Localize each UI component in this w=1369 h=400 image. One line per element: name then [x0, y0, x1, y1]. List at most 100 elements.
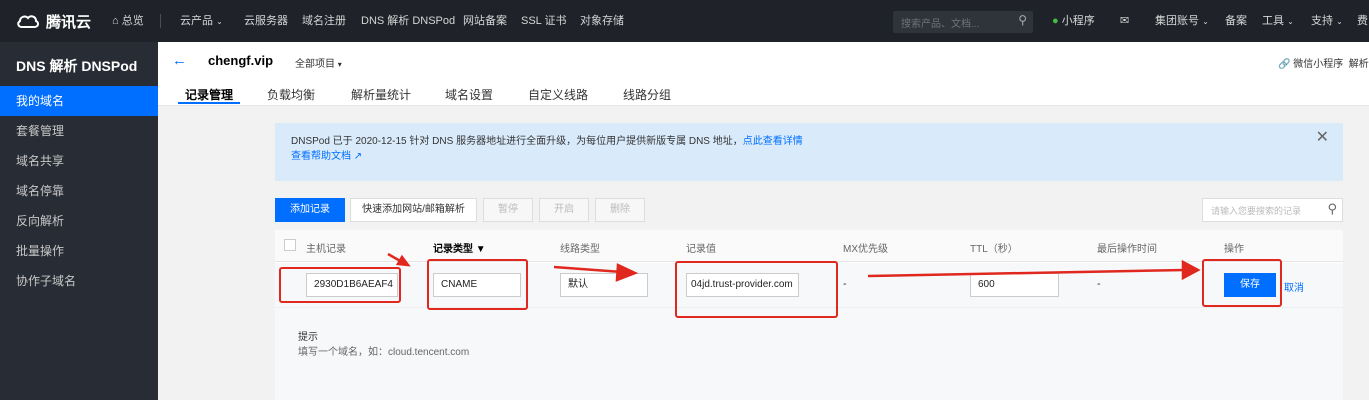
upgrade-notice: DNSPod 已于 2020-12-15 针对 DNS 服务器地址进行全面升级，… [275, 123, 1343, 181]
tab-stats[interactable]: 解析量统计 [351, 86, 411, 103]
annotation-box-host [279, 267, 401, 303]
group-account-label: 集团账号 [1155, 15, 1199, 27]
chevron-down-icon: ⌄ [1336, 17, 1343, 26]
support-menu[interactable]: 支持 ⌄ [1311, 0, 1343, 42]
tab-domain-settings[interactable]: 域名设置 [445, 86, 493, 103]
sidebar-item-batch[interactable]: 批量操作 [0, 236, 158, 266]
nav-dnspod[interactable]: DNS 解析 DNSPod [361, 0, 455, 42]
tab-line-groups[interactable]: 线路分组 [623, 86, 671, 103]
cancel-link[interactable]: 取消 [1284, 279, 1304, 294]
record-search-input[interactable]: 请输入您要搜索的记录 ⚲ [1202, 198, 1343, 222]
support-label: 支持 [1311, 15, 1333, 27]
annotation-box-value [675, 261, 838, 318]
sidebar-item-my-domains[interactable]: 我的域名 [0, 86, 158, 116]
tools-menu[interactable]: 工具 ⌄ [1262, 0, 1294, 42]
project-select[interactable]: 全部项目 ▾ [295, 55, 342, 70]
col-mx: MX优先级 [843, 244, 888, 255]
mx-value: - [843, 278, 847, 290]
sidebar: DNS 解析 DNSPod 我的域名 套餐管理 域名共享 域名停靠 反向解析 批… [0, 42, 158, 400]
top-navbar: 腾讯云 ⌂ 总览 云产品 ⌄ 云服务器 域名注册 DNS 解析 DNSPod 网… [0, 0, 1369, 42]
link-icon: 🔗 [1278, 59, 1291, 70]
hint-panel: 提示 填写一个域名，如：cloud.tencent.com [275, 308, 1343, 400]
tab-load-balancing[interactable]: 负载均衡 [267, 86, 315, 103]
delete-button[interactable]: 删除 [595, 198, 645, 222]
close-icon[interactable]: ✕ [1316, 127, 1329, 147]
sidebar-item-collab-subdomain[interactable]: 协作子域名 [0, 266, 158, 296]
sidebar-item-domain-sharing[interactable]: 域名共享 [0, 146, 158, 176]
nav-label: 云产品 [180, 15, 213, 27]
filter-icon[interactable]: ▼ [476, 244, 486, 255]
wechat-mini-link[interactable]: 🔗 微信小程序 解析 [1278, 55, 1369, 70]
nav-cos[interactable]: 对象存储 [580, 0, 624, 42]
col-ttl: TTL（秒） [970, 244, 1018, 255]
col-actions: 操作 [1224, 244, 1244, 255]
add-record-button[interactable]: 添加记录 [275, 198, 345, 222]
nav-domain-registration[interactable]: 域名注册 [302, 0, 346, 42]
tools-label: 工具 [1262, 15, 1284, 27]
notice-message: DNSPod 已于 2020-12-15 针对 DNS 服务器地址进行全面升级，… [291, 136, 743, 147]
col-type[interactable]: 记录类型 ▼ [433, 240, 486, 255]
overview-link[interactable]: ⌂ 总览 [112, 0, 144, 42]
wechat-icon: ● [1052, 15, 1059, 27]
chevron-down-icon: ⌄ [1287, 17, 1294, 26]
chevron-down-icon: ⌄ [1202, 17, 1209, 26]
tab-custom-lines[interactable]: 自定义线路 [528, 86, 588, 103]
sidebar-item-domain-parking[interactable]: 域名停靠 [0, 176, 158, 206]
tencent-cloud-logo[interactable]: 腾讯云 [16, 0, 91, 42]
line-select[interactable]: 默认 [560, 273, 648, 297]
ttl-input[interactable]: 600 [970, 273, 1059, 297]
overview-label: 总览 [121, 15, 144, 27]
page-header: ← chengf.vip 全部项目 ▾ 🔗 微信小程序 解析 记录管理 负载均衡… [158, 42, 1369, 106]
record-search-placeholder: 请输入您要搜索的记录 [1211, 206, 1302, 216]
search-placeholder: 搜索产品、文档... [901, 19, 980, 30]
help-doc-label: 查看帮助文档 [291, 151, 351, 162]
fee-menu[interactable]: 费 [1357, 0, 1368, 42]
enable-button[interactable]: 开启 [539, 198, 589, 222]
back-arrow-icon[interactable]: ← [172, 52, 187, 69]
quick-add-button[interactable]: 快速添加网站/邮箱解析 [350, 198, 477, 222]
notice-text: DNSPod 已于 2020-12-15 针对 DNS 服务器地址进行全面升级，… [291, 132, 803, 147]
pause-button[interactable]: 暂停 [483, 198, 533, 222]
home-icon: ⌂ [112, 15, 119, 27]
annotation-box-type [427, 259, 528, 310]
help-doc-link[interactable]: 查看帮助文档 ↗ [291, 147, 362, 162]
nav-cvm[interactable]: 云服务器 [244, 0, 288, 42]
mini-program-label: 小程序 [1061, 15, 1095, 27]
page-title: chengf.vip [208, 53, 274, 68]
cloud-logo-icon [17, 15, 40, 28]
tab-record-management[interactable]: 记录管理 [185, 86, 233, 103]
nav-cloud-products[interactable]: 云产品 ⌄ [180, 0, 223, 42]
brand-name: 腾讯云 [46, 13, 92, 31]
col-type-label: 记录类型 [433, 244, 473, 255]
wechat-mini-more: 解析 [1348, 59, 1369, 70]
select-all-checkbox[interactable] [284, 239, 296, 251]
nav-ssl[interactable]: SSL 证书 [521, 0, 566, 42]
sidebar-item-reverse-dns[interactable]: 反向解析 [0, 206, 158, 236]
col-line: 线路类型 [560, 244, 600, 255]
chevron-down-icon: ⌄ [216, 17, 223, 26]
sidebar-item-packages[interactable]: 套餐管理 [0, 116, 158, 146]
group-account-menu[interactable]: 集团账号 ⌄ [1155, 0, 1209, 42]
col-host: 主机记录 [306, 244, 346, 255]
mail-icon[interactable]: ✉ [1120, 0, 1129, 42]
divider [160, 14, 161, 28]
external-link-icon: ↗ [353, 151, 363, 162]
project-label: 全部项目 [295, 59, 335, 70]
beian-link[interactable]: 备案 [1225, 0, 1247, 42]
hint-title: 提示 [298, 332, 318, 343]
annotation-box-save [1202, 259, 1282, 307]
col-last-op: 最后操作时间 [1097, 244, 1157, 255]
mini-program-link[interactable]: ● 小程序 [1052, 0, 1095, 42]
search-icon: ⚲ [1327, 201, 1337, 216]
search-icon: ⚲ [1018, 13, 1027, 27]
nav-icp[interactable]: 网站备案 [463, 0, 507, 42]
hint-text: 填写一个域名，如：cloud.tencent.com [298, 347, 470, 358]
last-op-value: - [1097, 278, 1101, 290]
col-value: 记录值 [686, 244, 716, 255]
global-search-input[interactable]: 搜索产品、文档... ⚲ [893, 11, 1033, 33]
wechat-mini-label: 微信小程序 [1293, 59, 1344, 70]
active-tab-indicator [178, 102, 240, 104]
table-header: 主机记录 记录类型 ▼ 线路类型 记录值 MX优先级 TTL（秒） 最后操作时间… [275, 230, 1343, 262]
caret-down-icon: ▾ [337, 60, 342, 69]
notice-details-link[interactable]: 点此查看详情 [743, 136, 803, 147]
